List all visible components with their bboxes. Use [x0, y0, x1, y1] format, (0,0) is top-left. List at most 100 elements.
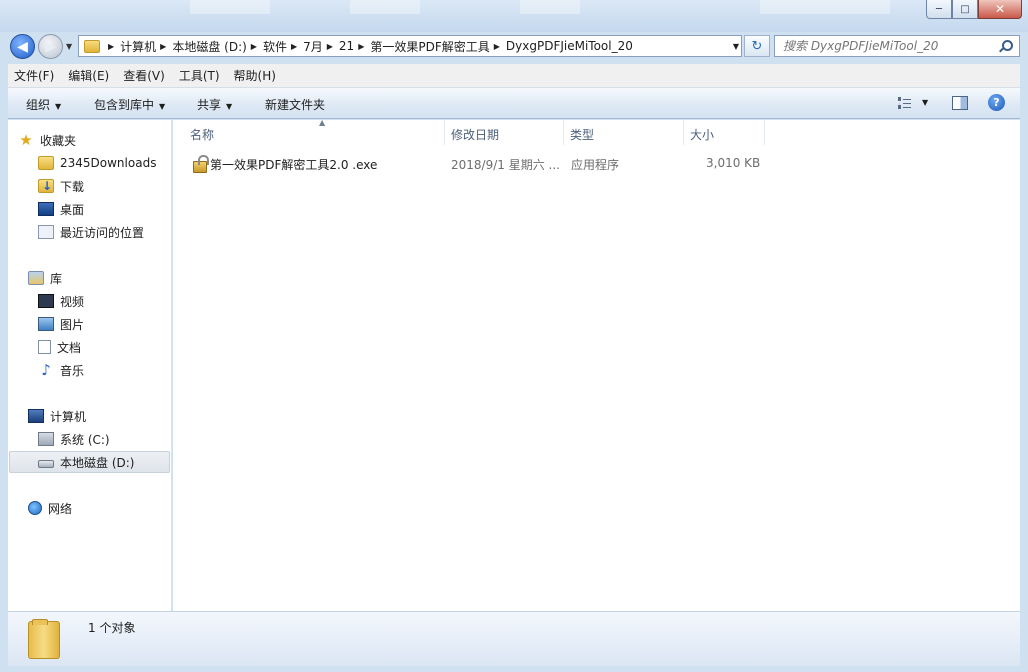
folder-icon	[84, 39, 100, 53]
sidebar-item-label: 最近访问的位置	[60, 225, 145, 240]
refresh-button[interactable]: ↻	[744, 35, 770, 57]
menu-edit[interactable]: 编辑(E)	[62, 67, 115, 84]
table-row[interactable]: 第一效果PDF解密工具2.0 .exe 2018/9/1 星期六 ... 应用程…	[187, 152, 767, 174]
menu-file[interactable]: 文件(F)	[8, 67, 60, 84]
close-button[interactable]: ✕	[978, 0, 1022, 19]
navigation-bar: ◀ ▶ ▼ ▶ 计算机 ▶ 本地磁盘 (D:) ▶ 软件 ▶ 7月 ▶ 21 ▶…	[0, 32, 1028, 62]
column-header-label: 名称	[190, 128, 215, 142]
menu-bar: 文件(F) 编辑(E) 查看(V) 工具(T) 帮助(H)	[8, 64, 1020, 88]
background-ghost	[760, 0, 890, 14]
file-list: ▲ 名称 修改日期 类型 大小 第一效果PDF解密工具2.0 .exe 2018…	[173, 118, 1020, 611]
breadcrumb-item[interactable]: 计算机	[120, 38, 156, 55]
maximize-button[interactable]: □	[952, 0, 978, 19]
search-input[interactable]	[783, 39, 993, 53]
library-icon	[28, 271, 44, 285]
sidebar-favorites[interactable]: ★ 收藏夹	[18, 129, 180, 151]
sidebar-item-label: 桌面	[60, 202, 85, 217]
background-ghost	[520, 0, 580, 14]
download-folder-icon	[38, 179, 54, 193]
column-header-label: 类型	[570, 128, 595, 142]
help-icon[interactable]: ?	[988, 94, 1005, 111]
forward-button[interactable]: ▶	[38, 34, 63, 59]
minimize-button[interactable]: ─	[926, 0, 952, 19]
search-icon[interactable]	[1002, 40, 1013, 51]
file-modified-date: 2018/9/1 星期六 ...	[451, 158, 560, 172]
breadcrumb-separator-icon[interactable]: ▶	[358, 42, 364, 51]
breadcrumb-separator-icon[interactable]: ▶	[251, 42, 257, 51]
breadcrumb-item[interactable]: 软件	[263, 38, 287, 55]
breadcrumb-item[interactable]: 第一效果PDF解密工具	[370, 38, 489, 55]
recent-pages-dropdown[interactable]: ▼	[66, 42, 72, 51]
breadcrumb-separator-icon[interactable]: ▶	[108, 42, 114, 51]
column-header-type[interactable]: 类型	[563, 120, 684, 145]
sidebar-item-label: 收藏夹	[40, 133, 77, 148]
navigation-pane: ★ 收藏夹 2345Downloads 下载 桌面 最近访问的位置 库 视频 图…	[8, 120, 172, 611]
sidebar-item-label: 图片	[60, 317, 85, 332]
back-button[interactable]: ◀	[10, 34, 35, 59]
file-size: 3,010 KB	[706, 156, 761, 170]
recent-places-icon	[38, 225, 54, 239]
folder-icon	[28, 619, 60, 659]
file-type: 应用程序	[571, 158, 620, 172]
address-history-dropdown[interactable]: ▼	[733, 42, 739, 51]
application-icon	[192, 155, 209, 173]
breadcrumb-item[interactable]: 21	[339, 39, 354, 53]
window-controls: ─ □ ✕	[926, 0, 1022, 19]
menu-view[interactable]: 查看(V)	[117, 67, 171, 84]
menu-help[interactable]: 帮助(H)	[228, 67, 282, 84]
new-folder-button[interactable]: 新建文件夹	[265, 96, 325, 113]
chevron-down-icon: ▼	[159, 102, 166, 111]
folder-icon	[38, 156, 54, 170]
column-headers: ▲ 名称 修改日期 类型 大小	[173, 118, 1020, 145]
sidebar-computer[interactable]: 计算机	[28, 405, 190, 427]
breadcrumb-separator-icon[interactable]: ▶	[291, 42, 297, 51]
command-bar: 组织 ▼ 包含到库中 ▼ 共享 ▼ 新建文件夹 ▼ ?	[8, 88, 1020, 119]
close-icon: ✕	[994, 2, 1006, 16]
sort-ascending-icon: ▲	[319, 118, 326, 127]
sidebar-item-label: 系统 (C:)	[60, 432, 110, 447]
preview-pane-icon[interactable]	[952, 96, 968, 110]
minimize-icon: ─	[935, 3, 943, 15]
background-ghost	[350, 0, 420, 14]
column-header-size[interactable]: 大小	[683, 120, 765, 145]
new-folder-label: 新建文件夹	[265, 98, 326, 112]
breadcrumb-item[interactable]: 本地磁盘 (D:)	[172, 38, 246, 55]
breadcrumb: ▶ 计算机 ▶ 本地磁盘 (D:) ▶ 软件 ▶ 7月 ▶ 21 ▶ 第一效果P…	[104, 38, 633, 55]
include-in-library-button[interactable]: 包含到库中 ▼	[94, 96, 165, 113]
computer-icon	[28, 409, 44, 423]
sidebar-item-label: 文档	[57, 340, 82, 355]
view-options-dropdown[interactable]: ▼	[922, 98, 928, 107]
background-ghost	[190, 0, 270, 14]
search-box	[774, 35, 1020, 57]
picture-icon	[38, 317, 54, 331]
organize-button[interactable]: 组织 ▼	[26, 96, 61, 113]
column-header-label: 修改日期	[451, 128, 500, 142]
sidebar-libraries[interactable]: 库	[28, 267, 190, 289]
breadcrumb-item[interactable]: DyxgPDFJieMiTool_20	[506, 39, 633, 53]
hard-drive-icon	[38, 459, 54, 468]
column-header-name[interactable]: ▲ 名称	[183, 118, 445, 145]
organize-label: 组织	[26, 98, 51, 112]
sidebar-item-label: 音乐	[60, 363, 85, 378]
breadcrumb-separator-icon[interactable]: ▶	[327, 42, 333, 51]
help-glyph: ?	[993, 96, 1000, 109]
menu-tools[interactable]: 工具(T)	[173, 67, 226, 84]
sidebar-item-label: 视频	[60, 294, 85, 309]
share-button[interactable]: 共享 ▼	[197, 96, 232, 113]
breadcrumb-separator-icon[interactable]: ▶	[494, 42, 500, 51]
star-icon: ★	[19, 131, 33, 149]
file-name: 第一效果PDF解密工具2.0 .exe	[210, 158, 378, 172]
video-icon	[38, 294, 54, 308]
view-options-icon[interactable]	[898, 97, 912, 109]
address-bar[interactable]: ▶ 计算机 ▶ 本地磁盘 (D:) ▶ 软件 ▶ 7月 ▶ 21 ▶ 第一效果P…	[78, 35, 742, 57]
sidebar-item-drive-d[interactable]: 本地磁盘 (D:)	[9, 451, 170, 473]
column-header-modified[interactable]: 修改日期	[444, 120, 564, 145]
breadcrumb-item[interactable]: 7月	[303, 38, 323, 55]
details-pane: 1 个对象	[8, 611, 1020, 666]
sidebar-network[interactable]: 网络	[28, 497, 190, 519]
maximize-icon: □	[960, 3, 970, 15]
chevron-down-icon: ▼	[55, 102, 62, 111]
network-icon	[28, 501, 42, 515]
include-in-library-label: 包含到库中	[94, 98, 155, 112]
breadcrumb-separator-icon[interactable]: ▶	[160, 42, 166, 51]
